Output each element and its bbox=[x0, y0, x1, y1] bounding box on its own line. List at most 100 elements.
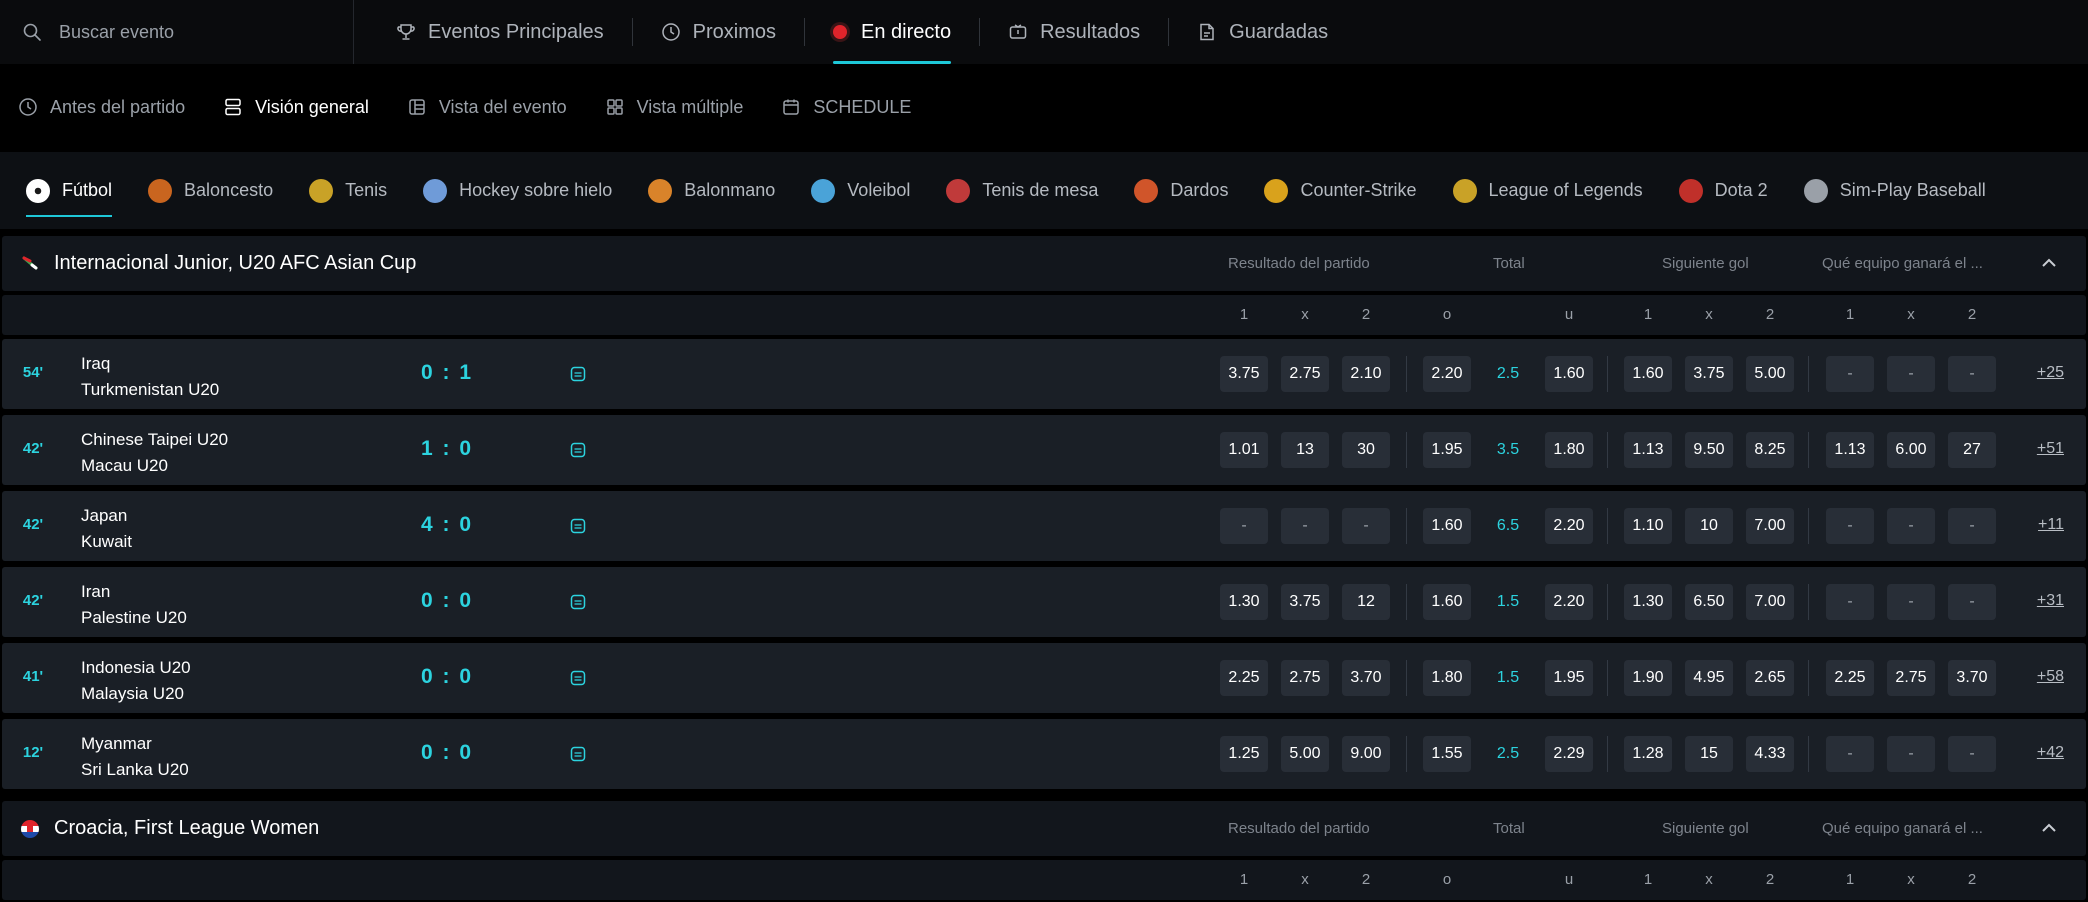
search-input[interactable] bbox=[59, 21, 339, 43]
sport-tab[interactable]: Dardos bbox=[1134, 152, 1228, 229]
odd-button[interactable]: 1.60 bbox=[1423, 508, 1471, 544]
league-header[interactable]: Croacia, First League Women Resultado del… bbox=[2, 801, 2086, 856]
sport-tab[interactable]: Balonmano bbox=[648, 152, 775, 229]
sport-tab[interactable]: Voleibol bbox=[811, 152, 910, 229]
odd-button[interactable]: 15 bbox=[1685, 736, 1733, 772]
odd-button[interactable]: 1.95 bbox=[1545, 660, 1593, 696]
match-row[interactable]: 12' Myanmar Sri Lanka U20 0 : 0 1.25 5.00 9.00… bbox=[2, 719, 2086, 789]
more-markets-link[interactable]: +25 bbox=[2037, 364, 2064, 382]
odd-button[interactable]: 1.28 bbox=[1624, 736, 1672, 772]
odd-button[interactable]: 1.13 bbox=[1826, 432, 1874, 468]
odd-button[interactable]: 1.95 bbox=[1423, 432, 1471, 468]
more-markets-link[interactable]: +11 bbox=[2038, 516, 2064, 534]
odd-button[interactable]: 2.75 bbox=[1281, 660, 1329, 696]
tab-guardadas[interactable]: Guardadas bbox=[1169, 0, 1356, 64]
scoreboard-icon[interactable] bbox=[570, 594, 586, 610]
odd-button[interactable]: 1.90 bbox=[1624, 660, 1672, 696]
tab-eventos-principales[interactable]: Eventos Principales bbox=[368, 0, 632, 64]
odd-button[interactable]: 5.00 bbox=[1281, 736, 1329, 772]
odd-button[interactable]: 3.70 bbox=[1948, 660, 1996, 696]
odd-button[interactable]: 7.00 bbox=[1746, 584, 1794, 620]
league-header[interactable]: Internacional Junior, U20 AFC Asian Cup R… bbox=[2, 236, 2086, 291]
odd-button[interactable]: 3.70 bbox=[1342, 660, 1390, 696]
odd-button[interactable]: 6.50 bbox=[1685, 584, 1733, 620]
odd-button[interactable]: 8.25 bbox=[1746, 432, 1794, 468]
match-row[interactable]: 41' Indonesia U20 Malaysia U20 0 : 0 2.25 2.7… bbox=[2, 643, 2086, 713]
odd-button[interactable]: 5.00 bbox=[1746, 356, 1794, 392]
sport-tab[interactable]: Sim-Play Baseball bbox=[1803, 152, 1986, 229]
odd-button[interactable]: 3.75 bbox=[1281, 584, 1329, 620]
more-markets-link[interactable]: +58 bbox=[2037, 668, 2064, 686]
odd-button[interactable]: 6.00 bbox=[1887, 432, 1935, 468]
sport-tab[interactable]: Tenis bbox=[309, 152, 387, 229]
sport-tab[interactable]: Baloncesto bbox=[148, 152, 273, 229]
odd-button[interactable]: 3.75 bbox=[1685, 356, 1733, 392]
scoreboard-icon[interactable] bbox=[570, 746, 586, 762]
tab-proximos[interactable]: Proximos bbox=[633, 0, 804, 64]
match-row[interactable]: 42' Japan Kuwait 4 : 0- - -1.60 6.5 2.20 1.10 10 7… bbox=[2, 491, 2086, 561]
odd-button[interactable]: 2.20 bbox=[1545, 584, 1593, 620]
odd-button[interactable]: 12 bbox=[1342, 584, 1390, 620]
match-teams[interactable]: Indonesia U20 Malaysia U20 bbox=[81, 655, 191, 707]
sport-tab[interactable]: Tenis de mesa bbox=[946, 152, 1098, 229]
odd-button[interactable]: 1.10 bbox=[1624, 508, 1672, 544]
scoreboard-icon[interactable] bbox=[570, 442, 586, 458]
sport-tab[interactable]: League of Legends bbox=[1452, 152, 1643, 229]
odd-button[interactable]: 7.00 bbox=[1746, 508, 1794, 544]
odd-button[interactable]: 13 bbox=[1281, 432, 1329, 468]
odd-button[interactable]: 2.20 bbox=[1423, 356, 1471, 392]
odd-button[interactable]: 1.60 bbox=[1624, 356, 1672, 392]
odd-button[interactable]: 9.50 bbox=[1685, 432, 1733, 468]
subtab-vista-multiple[interactable]: Vista múltiple bbox=[605, 97, 743, 118]
scoreboard-icon[interactable] bbox=[570, 670, 586, 686]
odd-button[interactable]: 2.25 bbox=[1220, 660, 1268, 696]
odd-button[interactable]: 1.80 bbox=[1423, 660, 1471, 696]
odd-button[interactable]: 2.75 bbox=[1887, 660, 1935, 696]
sport-tab[interactable]: Fútbol bbox=[26, 152, 113, 229]
odd-button[interactable]: 1.30 bbox=[1220, 584, 1268, 620]
odd-button[interactable]: 27 bbox=[1948, 432, 1996, 468]
match-row[interactable]: 42' Iran Palestine U20 0 : 0 1.30 3.75 12 1.60 1… bbox=[2, 567, 2086, 637]
odd-button[interactable]: 10 bbox=[1685, 508, 1733, 544]
odd-button[interactable]: 4.95 bbox=[1685, 660, 1733, 696]
odd-button[interactable]: 1.55 bbox=[1423, 736, 1471, 772]
sport-tab[interactable]: Dota 2 bbox=[1678, 152, 1768, 229]
odd-button[interactable]: 30 bbox=[1342, 432, 1390, 468]
match-teams[interactable]: Chinese Taipei U20 Macau U20 bbox=[81, 427, 228, 479]
match-teams[interactable]: Myanmar Sri Lanka U20 bbox=[81, 731, 189, 783]
subtab-vision-general[interactable]: Visión general bbox=[223, 97, 369, 118]
match-teams[interactable]: Iraq Turkmenistan U20 bbox=[81, 351, 219, 403]
odd-button[interactable]: 1.60 bbox=[1423, 584, 1471, 620]
match-teams[interactable]: Iran Palestine U20 bbox=[81, 579, 187, 631]
odd-button[interactable]: 2.65 bbox=[1746, 660, 1794, 696]
odd-button[interactable]: 9.00 bbox=[1342, 736, 1390, 772]
more-markets-link[interactable]: +31 bbox=[2037, 592, 2064, 610]
odd-button[interactable]: 4.33 bbox=[1746, 736, 1794, 772]
odd-button[interactable]: 2.25 bbox=[1826, 660, 1874, 696]
odd-button[interactable]: 1.13 bbox=[1624, 432, 1672, 468]
odd-button[interactable]: 2.75 bbox=[1281, 356, 1329, 392]
odd-button[interactable]: 2.10 bbox=[1342, 356, 1390, 392]
subtab-schedule[interactable]: SCHEDULE bbox=[781, 97, 911, 118]
match-teams[interactable]: Japan Kuwait bbox=[81, 503, 132, 555]
sport-tab[interactable]: Counter-Strike bbox=[1264, 152, 1417, 229]
scoreboard-icon[interactable] bbox=[570, 366, 586, 382]
match-row[interactable]: 42' Chinese Taipei U20 Macau U20 1 : 0 1.01 1… bbox=[2, 415, 2086, 485]
tab-en-directo[interactable]: En directo bbox=[805, 0, 979, 64]
odd-button[interactable]: 1.60 bbox=[1545, 356, 1593, 392]
sport-tab[interactable]: Hockey sobre hielo bbox=[423, 152, 612, 229]
chevron-up-icon[interactable] bbox=[2040, 254, 2058, 272]
odd-button[interactable]: 2.20 bbox=[1545, 508, 1593, 544]
odd-button[interactable]: 2.29 bbox=[1545, 736, 1593, 772]
more-markets-link[interactable]: +51 bbox=[2037, 440, 2064, 458]
more-markets-link[interactable]: +42 bbox=[2037, 744, 2064, 762]
odd-button[interactable]: 1.01 bbox=[1220, 432, 1268, 468]
subtab-vista-del-evento[interactable]: Vista del evento bbox=[407, 97, 567, 118]
odd-button[interactable]: 1.30 bbox=[1624, 584, 1672, 620]
subtab-antes-del-partido[interactable]: Antes del partido bbox=[18, 97, 185, 118]
scoreboard-icon[interactable] bbox=[570, 518, 586, 534]
odd-button[interactable]: 3.75 bbox=[1220, 356, 1268, 392]
tab-resultados[interactable]: Resultados bbox=[980, 0, 1168, 64]
odd-button[interactable]: 1.25 bbox=[1220, 736, 1268, 772]
odd-button[interactable]: 1.80 bbox=[1545, 432, 1593, 468]
